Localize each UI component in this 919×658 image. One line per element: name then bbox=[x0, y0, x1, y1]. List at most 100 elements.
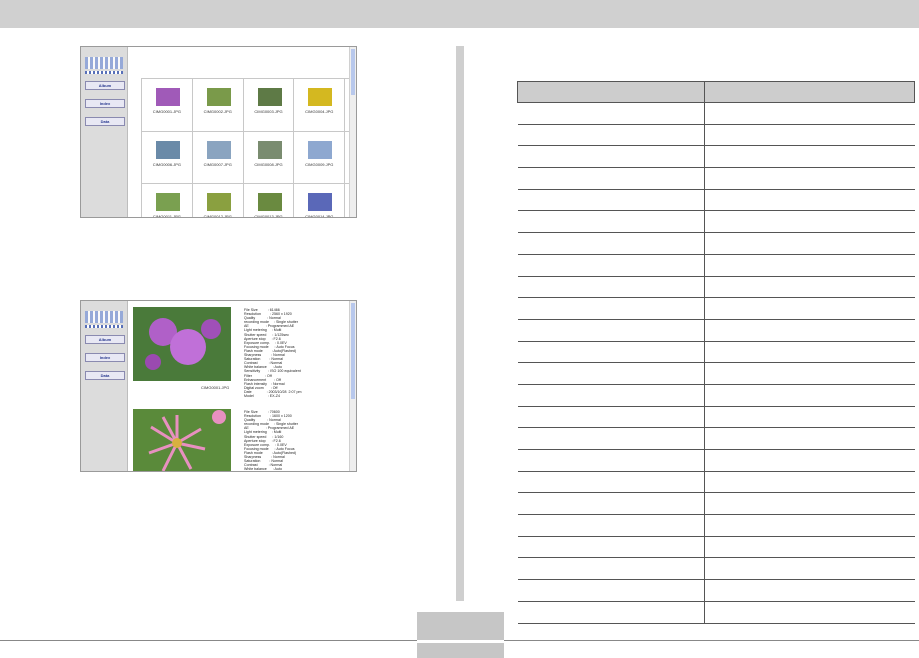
table-cell bbox=[704, 297, 915, 320]
table-cell bbox=[704, 471, 915, 494]
thumbnail-caption: CIMG0001.JPG bbox=[152, 109, 182, 114]
thumbnail-image[interactable] bbox=[156, 88, 180, 106]
table-cell bbox=[517, 471, 705, 494]
table-row bbox=[517, 319, 915, 342]
thumbnail-caption: CIMG0006.JPG bbox=[152, 161, 182, 167]
page-number-tab bbox=[417, 612, 504, 640]
thumbnail-image[interactable] bbox=[308, 88, 333, 106]
table-cell bbox=[704, 210, 915, 234]
thumbnail-caption: CIMG0012.JPG bbox=[203, 214, 232, 218]
thumbnail-image[interactable] bbox=[257, 88, 282, 106]
table-cell bbox=[704, 406, 915, 429]
table-cell bbox=[517, 514, 705, 537]
table-cell bbox=[517, 102, 705, 125]
thumbnail-cell[interactable]: CIMG0012.JPG bbox=[193, 184, 244, 218]
detail-sidebar: Album Index Data bbox=[81, 301, 128, 471]
thumbnail-image[interactable] bbox=[257, 140, 282, 159]
table-cell bbox=[704, 276, 915, 299]
thumbnail-caption: CIMG0014.JPG bbox=[305, 214, 334, 218]
table-row bbox=[517, 514, 915, 537]
table-cell bbox=[517, 276, 705, 299]
table-cell bbox=[517, 189, 705, 212]
page-number-tab-lower bbox=[417, 643, 504, 658]
detail-nav-index[interactable]: Index bbox=[85, 353, 125, 362]
thumbnail-cell[interactable]: CIMG0008.JPG bbox=[243, 131, 295, 185]
thumbnail-cell[interactable]: CIMG0002.JPG bbox=[192, 79, 244, 132]
table-row bbox=[517, 189, 915, 212]
table-row bbox=[517, 579, 915, 602]
thumbnail-cell[interactable]: CIMG0007.JPG bbox=[192, 131, 244, 185]
table-cell bbox=[704, 124, 915, 147]
detail-scrollbar[interactable] bbox=[349, 301, 356, 471]
table-cell bbox=[704, 319, 915, 342]
table-cell bbox=[517, 384, 705, 407]
table-row bbox=[517, 449, 915, 472]
table-row bbox=[517, 341, 915, 364]
detail-screenshot: Album Index Data File Size : 61466 Resol… bbox=[80, 300, 357, 472]
table-row bbox=[517, 254, 915, 277]
gallery-scrollbar[interactable] bbox=[349, 47, 356, 217]
detail-photo-2-info: File Size : 70600 Resolution : 1600 x 12… bbox=[244, 410, 298, 472]
table-cell bbox=[517, 319, 705, 342]
table-row bbox=[517, 210, 915, 234]
table-row bbox=[517, 362, 915, 385]
table-cell bbox=[517, 406, 705, 429]
thumbnail-image[interactable] bbox=[156, 193, 180, 212]
thumbnail-grid: CIMG0001.JPG CIMG0002.JPG CIMG0003.JPG CIMG… bbox=[141, 78, 356, 218]
table-cell bbox=[704, 557, 915, 581]
thumbnail-image[interactable] bbox=[156, 140, 180, 159]
thumbnail-caption: CIMG0011.JPG bbox=[152, 214, 181, 218]
detail-nav-album[interactable]: Album bbox=[85, 335, 125, 344]
thumbnail-image[interactable] bbox=[308, 140, 333, 159]
thumbnail-caption: CIMG0009.JPG bbox=[305, 161, 334, 167]
table-row bbox=[517, 536, 915, 559]
detail-nav-data[interactable]: Data bbox=[85, 371, 125, 380]
detail-photo-1 bbox=[133, 307, 231, 381]
table-cell bbox=[517, 341, 705, 364]
table-row bbox=[517, 167, 915, 190]
thumbnail-caption: CIMG0008.JPG bbox=[254, 161, 283, 167]
spec-table bbox=[517, 81, 915, 624]
table-cell bbox=[517, 167, 705, 190]
detail-scroll-thumb[interactable] bbox=[351, 303, 355, 399]
footer-rule-left bbox=[0, 640, 417, 641]
thumbnail-cell[interactable]: CIMG0001.JPG bbox=[142, 79, 193, 132]
table-cell bbox=[517, 145, 705, 169]
table-cell bbox=[517, 557, 705, 581]
gallery-screenshot: Album Index Data CIMG0001.JPG CIMG0002.JP… bbox=[80, 46, 357, 218]
thumbnail-image[interactable] bbox=[206, 193, 231, 212]
table-row bbox=[517, 232, 915, 255]
thumbnail-cell[interactable]: CIMG0006.JPG bbox=[142, 131, 193, 185]
gallery-scroll-thumb[interactable] bbox=[351, 49, 355, 95]
table-cell bbox=[704, 254, 915, 277]
table-cell bbox=[517, 601, 705, 624]
table-cell bbox=[517, 449, 705, 472]
table-cell bbox=[517, 210, 705, 234]
thumbnail-cell[interactable]: CIMG0014.JPG bbox=[294, 184, 346, 218]
table-cell bbox=[517, 427, 705, 450]
gallery-nav-album[interactable]: Album bbox=[85, 81, 125, 90]
thumbnail-cell[interactable]: CIMG0003.JPG bbox=[243, 79, 295, 132]
table-cell bbox=[704, 427, 915, 450]
table-cell bbox=[517, 536, 705, 559]
daisy-photo-icon bbox=[133, 409, 231, 471]
gallery-nav-index[interactable]: Index bbox=[85, 99, 125, 108]
thumbnail-cell[interactable]: CIMG0009.JPG bbox=[294, 131, 346, 185]
thumbnail-image[interactable] bbox=[206, 140, 231, 159]
detail-photo-1-caption: CIMG0001.JPG bbox=[201, 385, 230, 390]
table-cell bbox=[704, 601, 915, 624]
thumbnail-image[interactable] bbox=[257, 193, 282, 212]
table-row bbox=[517, 297, 915, 320]
table-cell bbox=[704, 232, 915, 255]
thumbnail-image[interactable] bbox=[308, 193, 333, 212]
table-cell bbox=[704, 145, 915, 169]
thumbnail-cell[interactable]: CIMG0011.JPG bbox=[142, 184, 193, 218]
thumbnail-cell[interactable]: CIMG0013.JPG bbox=[244, 184, 295, 217]
thumbnail-caption: CIMG0003.JPG bbox=[254, 109, 283, 114]
gallery-nav-data[interactable]: Data bbox=[85, 117, 125, 126]
table-cell bbox=[704, 362, 915, 385]
thumbnail-cell[interactable]: CIMG0004.JPG bbox=[294, 79, 346, 132]
header-bar bbox=[0, 0, 919, 28]
thumbnail-image[interactable] bbox=[206, 88, 231, 106]
table-cell bbox=[517, 492, 705, 516]
